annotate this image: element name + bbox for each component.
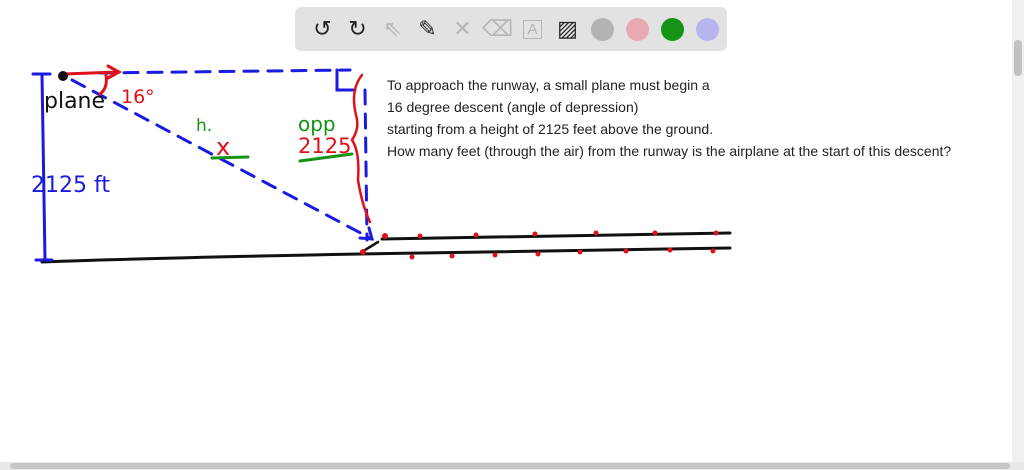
vertical-scrollbar[interactable]	[1012, 0, 1024, 462]
hyp-label: h.	[196, 116, 212, 136]
angle-label: 16°	[121, 86, 155, 108]
undo-icon[interactable]: ↺	[305, 12, 340, 47]
horizontal-scrollbar[interactable]	[0, 462, 1024, 470]
plane-label: plane	[44, 89, 105, 114]
problem-line: To approach the runway, a small plane mu…	[387, 77, 710, 93]
eraser-icon[interactable]: ⌫	[480, 12, 515, 47]
redo-icon[interactable]: ↻	[340, 12, 375, 47]
color-gray-button[interactable]	[591, 17, 614, 41]
problem-line: How many feet (through the air) from the…	[387, 143, 952, 159]
horizontal-scroll-thumb[interactable]	[10, 463, 1010, 469]
opp-value: 2125	[298, 134, 351, 158]
whiteboard-canvas[interactable]: plane 16° 2125 ft h. x opp 2125	[0, 0, 1024, 470]
runway-line	[380, 231, 732, 241]
image-icon[interactable]: ▨	[550, 12, 585, 47]
vertical-scroll-thumb[interactable]	[1014, 40, 1022, 76]
tools-icon[interactable]: ✕	[445, 12, 480, 47]
unknown-x-label: x	[216, 133, 230, 161]
problem-text: To approach the runway, a small plane mu…	[387, 74, 951, 162]
pen-icon[interactable]: ✎	[410, 12, 445, 47]
height-label: 2125 ft	[31, 173, 110, 198]
plane-dot	[58, 71, 68, 81]
color-pink-button[interactable]	[626, 17, 649, 41]
select-icon[interactable]: ⇖	[375, 12, 410, 47]
opp-label: opp	[298, 112, 336, 136]
problem-line: starting from a height of 2125 feet abov…	[387, 121, 714, 137]
color-green-button[interactable]	[661, 17, 684, 41]
color-lavender-button[interactable]	[696, 17, 719, 41]
drawing-toolbar: ↺ ↻ ⇖ ✎ ✕ ⌫ A ▨	[295, 7, 727, 51]
text-icon[interactable]: A	[515, 12, 550, 47]
text-icon-glyph: A	[523, 19, 542, 39]
problem-line: 16 degree descent (angle of depression)	[387, 99, 639, 115]
